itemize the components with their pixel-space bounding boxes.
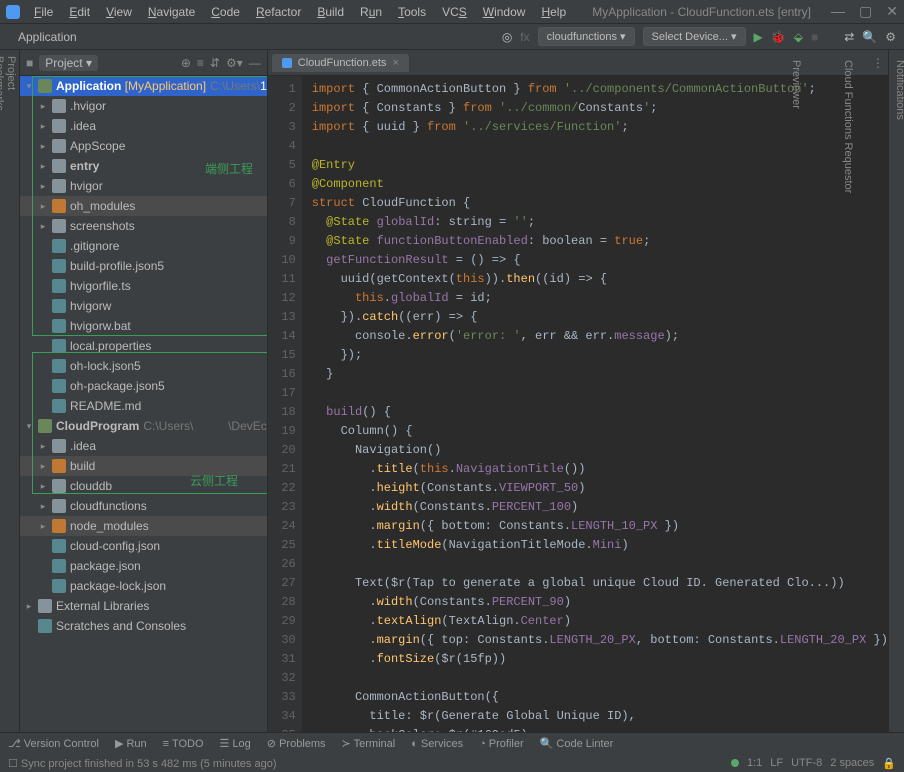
tree-row[interactable]: local.properties — [20, 336, 267, 356]
tree-row[interactable]: hvigorw — [20, 296, 267, 316]
collapse-icon[interactable]: ≡ — [197, 56, 204, 70]
breadcrumb[interactable]: Application — [18, 30, 77, 44]
menu-vcs[interactable]: VCS — [436, 3, 473, 21]
right-tab-cloudfn[interactable]: Cloud Functions Requestor — [842, 60, 854, 722]
caret-pos[interactable]: 1:1 — [747, 757, 762, 769]
tree-row[interactable]: ▸.hvigor — [20, 96, 267, 116]
nav-toolbar: Application ◎ fx cloudfunctions ▾ Select… — [0, 24, 904, 50]
tw-services[interactable]: ◐ Services — [411, 738, 463, 750]
menu-navigate[interactable]: Navigate — [142, 3, 201, 21]
tw-vcs[interactable]: ⎇ Version Control — [8, 737, 99, 750]
tree-row[interactable]: ▸cloudfunctions — [20, 496, 267, 516]
encoding[interactable]: UTF-8 — [791, 757, 822, 769]
tree-row[interactable]: ▸oh_modules — [20, 196, 267, 216]
sync-icon[interactable]: ⇄ — [844, 30, 854, 44]
menu-build[interactable]: Build — [311, 3, 350, 21]
tool-window-bar: ⎇ Version Control ▶ Run ≡ TODO ☰ Log ⊘ P… — [0, 732, 904, 754]
tree-row[interactable]: ▾Application [MyApplication]C:\Users\1 — [20, 76, 267, 96]
project-view-combo[interactable]: Project ▾ — [39, 55, 98, 71]
gear-icon[interactable]: ⚙▾ — [226, 56, 243, 70]
search-icon[interactable]: 🔍 — [862, 30, 877, 44]
run-config-combo[interactable]: cloudfunctions ▾ — [538, 27, 635, 46]
main-menu: File Edit View Navigate Code Refactor Bu… — [28, 3, 572, 21]
maximize-icon[interactable]: ▢ — [859, 3, 872, 20]
tab-close-icon[interactable]: × — [392, 57, 398, 69]
settings-icon[interactable]: ⚙ — [885, 30, 896, 44]
tw-problems[interactable]: ⊘ Problems — [267, 737, 326, 750]
right-tab-previewer[interactable]: Previewer — [790, 60, 802, 722]
tree-row[interactable]: hvigorw.bat — [20, 316, 267, 336]
right-tab-notifications[interactable]: Notifications — [894, 60, 904, 722]
window-title: MyApplication - CloudFunction.ets [entry… — [572, 5, 831, 19]
file-icon — [282, 58, 292, 68]
tree-row[interactable]: ▸AppScope — [20, 136, 267, 156]
tree-row[interactable]: ▾CloudProgramC:\Users\\DevEc — [20, 416, 267, 436]
debug-icon[interactable]: 🐞 — [771, 30, 786, 44]
tree-row[interactable]: README.md — [20, 396, 267, 416]
target-icon[interactable]: ◎ — [502, 30, 512, 44]
menu-window[interactable]: Window — [477, 3, 532, 21]
tree-row[interactable]: ▸.idea — [20, 116, 267, 136]
device-combo[interactable]: Select Device... ▾ — [643, 27, 746, 46]
tree-row[interactable]: cloud-config.json — [20, 536, 267, 556]
tw-todo[interactable]: ≡ TODO — [163, 738, 204, 750]
tw-run[interactable]: ▶ Run — [115, 737, 147, 750]
tree-row[interactable]: package-lock.json — [20, 576, 267, 596]
tw-linter[interactable]: 🔍 Code Linter — [540, 737, 614, 750]
tab-label: CloudFunction.ets — [298, 57, 387, 69]
titlebar: File Edit View Navigate Code Refactor Bu… — [0, 0, 904, 24]
left-gutter: Project Bookmarks Structure — [0, 50, 20, 732]
expand-icon[interactable]: ⇵ — [210, 56, 220, 70]
tree-row[interactable]: oh-lock.json5 — [20, 356, 267, 376]
lock-icon[interactable]: 🔒 — [882, 757, 896, 770]
tree-row[interactable]: Scratches and Consoles — [20, 616, 267, 636]
line-ending[interactable]: LF — [770, 757, 783, 769]
tree-row[interactable]: .gitignore — [20, 236, 267, 256]
locate-icon[interactable]: ⊕ — [181, 56, 191, 70]
project-panel-header: ■ Project ▾ ⊕ ≡ ⇵ ⚙▾ — — [20, 50, 267, 76]
coverage-icon[interactable]: ⬙ — [794, 30, 803, 44]
tree-row[interactable]: build-profile.json5 — [20, 256, 267, 276]
indent[interactable]: 2 spaces — [830, 757, 874, 769]
hide-icon[interactable]: — — [249, 56, 261, 70]
run-icon[interactable]: ▶ — [754, 30, 763, 44]
project-tree[interactable]: ▾Application [MyApplication]C:\Users\1▸.… — [20, 76, 267, 732]
app-logo-icon — [6, 5, 20, 19]
sync-status: ☐ Sync project finished in 53 s 482 ms (… — [8, 757, 277, 770]
status-bar: ☐ Sync project finished in 53 s 482 ms (… — [0, 754, 904, 772]
right-gutter: Notifications Cloud Functions Requestor … — [888, 50, 904, 732]
menu-edit[interactable]: Edit — [63, 3, 96, 21]
menu-view[interactable]: View — [100, 3, 138, 21]
status-dot-icon — [731, 759, 739, 767]
menu-file[interactable]: File — [28, 3, 59, 21]
left-tab-bookmarks[interactable]: Bookmarks — [0, 56, 5, 726]
tw-log[interactable]: ☰ Log — [220, 737, 251, 750]
tree-row[interactable]: ▸hvigor — [20, 176, 267, 196]
tree-row[interactable]: ▸screenshots — [20, 216, 267, 236]
menu-tools[interactable]: Tools — [392, 3, 432, 21]
tw-profiler[interactable]: ◔ Profiler — [479, 738, 524, 750]
menu-code[interactable]: Code — [205, 3, 246, 21]
tree-row[interactable]: package.json — [20, 556, 267, 576]
tree-row[interactable]: ▸node_modules — [20, 516, 267, 536]
main-area: Project Bookmarks Structure ■ Project ▾ … — [0, 50, 904, 732]
menu-help[interactable]: Help — [535, 3, 572, 21]
minimize-icon[interactable]: — — [831, 3, 845, 20]
tree-row[interactable]: oh-package.json5 — [20, 376, 267, 396]
project-panel: ■ Project ▾ ⊕ ≡ ⇵ ⚙▾ — ▾Application [MyA… — [20, 50, 268, 732]
left-tab-project[interactable]: Project — [5, 56, 17, 726]
tree-row[interactable]: ▸.idea — [20, 436, 267, 456]
editor-tab[interactable]: CloudFunction.ets × — [272, 54, 409, 72]
close-icon[interactable]: ✕ — [886, 3, 898, 20]
more-icon[interactable]: ⋮ — [872, 56, 884, 70]
menu-run[interactable]: Run — [354, 3, 388, 21]
menu-refactor[interactable]: Refactor — [250, 3, 307, 21]
line-gutter: 1234567891011121314151617181920212223242… — [268, 76, 302, 732]
tw-terminal[interactable]: ≻ Terminal — [342, 737, 396, 750]
stop-icon[interactable]: ■ — [811, 30, 818, 44]
tree-row[interactable]: hvigorfile.ts — [20, 276, 267, 296]
tree-row[interactable]: ▸External Libraries — [20, 596, 267, 616]
